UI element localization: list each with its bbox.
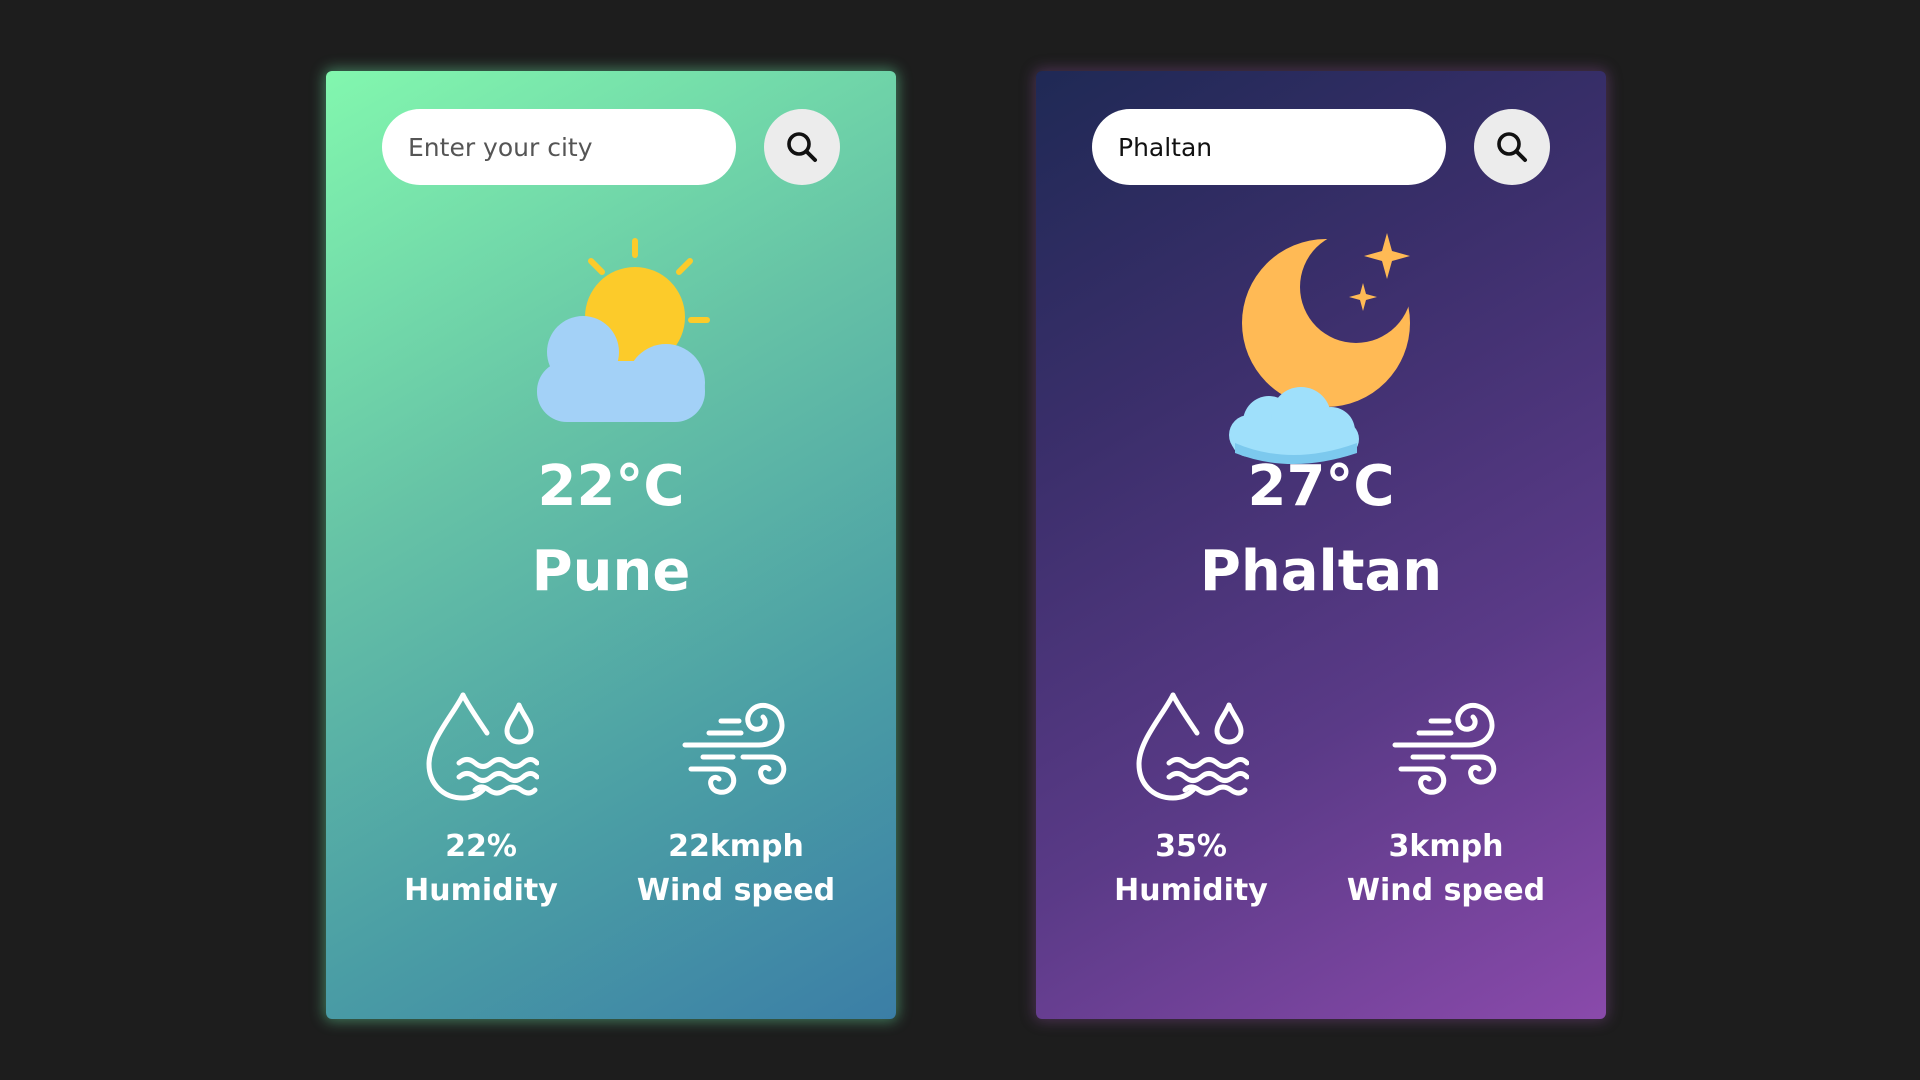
humidity-value: 35% bbox=[1155, 829, 1227, 864]
wind-stat: 22kmph Wind speed bbox=[626, 691, 846, 913]
wind-icon bbox=[1392, 702, 1497, 795]
temperature: 27°C bbox=[1247, 454, 1395, 519]
weather-card-pune: 22°C Pune 22% Humidity bbox=[326, 71, 896, 1019]
humidity-label: Humidity bbox=[1114, 873, 1268, 908]
city-name: Phaltan bbox=[1199, 539, 1443, 604]
temperature: 22°C bbox=[537, 454, 685, 519]
wind-value: 3kmph bbox=[1388, 829, 1504, 864]
partly-cloudy-sun-icon bbox=[537, 238, 710, 422]
page: 22°C Pune 22% Humidity bbox=[0, 0, 1920, 1080]
city-search-input[interactable] bbox=[382, 109, 736, 185]
city-search-input[interactable] bbox=[1092, 109, 1446, 185]
humidity-stat: 22% Humidity bbox=[371, 691, 591, 913]
humidity-stat: 35% Humidity bbox=[1081, 691, 1301, 913]
search-icon bbox=[1497, 132, 1527, 162]
wind-value: 22kmph bbox=[668, 829, 804, 864]
city-name: Pune bbox=[531, 539, 691, 604]
wind-label: Wind speed bbox=[1346, 873, 1546, 908]
search-icon bbox=[787, 132, 817, 162]
wind-label: Wind speed bbox=[636, 873, 836, 908]
wind-icon bbox=[682, 702, 787, 795]
humidity-value: 22% bbox=[445, 829, 517, 864]
weather-card-phaltan: 27°C Phaltan 35% Humidity bbox=[1036, 71, 1606, 1019]
humidity-icon bbox=[1136, 692, 1249, 801]
humidity-label: Humidity bbox=[404, 873, 558, 908]
search-bar bbox=[382, 109, 840, 185]
search-bar bbox=[1092, 109, 1550, 185]
moon-stars-cloud-icon bbox=[1229, 233, 1410, 464]
wind-stat: 3kmph Wind speed bbox=[1336, 691, 1556, 913]
search-button[interactable] bbox=[764, 109, 840, 185]
humidity-icon bbox=[426, 692, 539, 801]
search-button[interactable] bbox=[1474, 109, 1550, 185]
